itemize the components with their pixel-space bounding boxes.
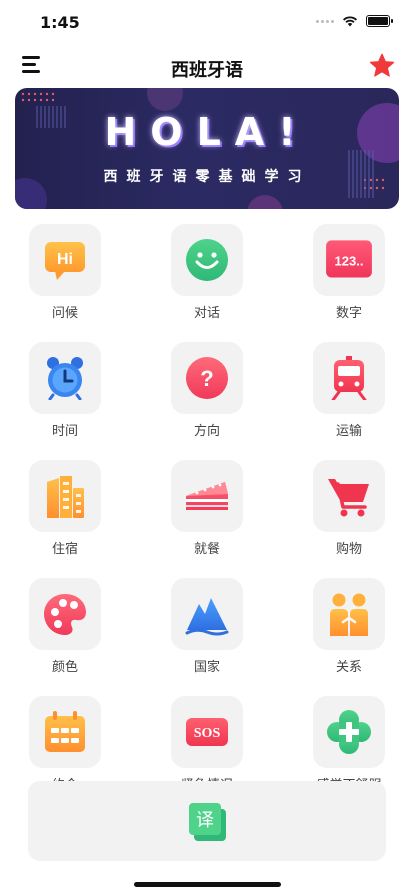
svg-text:SOS: SOS [194, 726, 221, 741]
category-tile [171, 460, 243, 532]
page-title: 西班牙语 [171, 60, 243, 81]
status-bar: 1:45 [0, 0, 414, 48]
category-label: 关系 [335, 660, 362, 675]
category-time[interactable]: 时间 [10, 340, 120, 448]
category-tile [171, 578, 243, 650]
smiley-icon [186, 239, 228, 281]
numbers-icon: 123.. [326, 240, 372, 278]
mountain-icon [185, 598, 229, 636]
category-label: 时间 [51, 424, 78, 439]
banner-headline: HOLA! [104, 110, 310, 154]
category-tile [313, 342, 385, 414]
alarm-clock-icon [47, 357, 83, 400]
category-conversation[interactable]: 对话 [152, 222, 262, 330]
category-tile [313, 578, 385, 650]
category-tile [171, 224, 243, 296]
battery-icon [366, 15, 393, 27]
category-tile: SOS [171, 696, 243, 768]
category-label: 就餐 [193, 542, 220, 557]
train-icon [331, 356, 367, 400]
category-tile [29, 460, 101, 532]
category-tile [313, 460, 385, 532]
home-indicator[interactable] [134, 882, 281, 887]
cake-icon [186, 482, 228, 510]
svg-text:123..: 123.. [334, 253, 363, 268]
status-time: 1:45 [40, 13, 80, 32]
palette-icon [44, 594, 86, 635]
category-relationships[interactable]: 关系 [294, 576, 404, 684]
category-label: 对话 [193, 306, 220, 321]
category-tile [313, 696, 385, 768]
category-direction[interactable]: ? 方向 [152, 340, 262, 448]
category-numbers[interactable]: 123.. 数字 [294, 222, 404, 330]
banner-subtitle: 西班牙语零基础学习 [103, 169, 311, 185]
category-countries[interactable]: 国家 [152, 576, 262, 684]
category-label: 住宿 [51, 542, 78, 557]
category-tile: Hi [29, 224, 101, 296]
question-icon: ? [186, 357, 228, 399]
category-shopping[interactable]: 购物 [294, 458, 404, 566]
category-transport[interactable]: 运输 [294, 340, 404, 448]
category-dining[interactable]: 就餐 [152, 458, 262, 566]
category-label: 购物 [335, 542, 362, 557]
calendar-icon [45, 711, 85, 752]
promo-banner[interactable]: HOLA! 西班牙语零基础学习 [15, 88, 399, 209]
svg-text:Hi: Hi [57, 251, 73, 268]
category-greeting[interactable]: Hi 问候 [10, 222, 120, 330]
medical-cross-icon [327, 710, 371, 754]
nav-bar: 西班牙语 [0, 48, 414, 88]
favorite-star-icon[interactable] [368, 52, 396, 80]
category-tile: ? [171, 342, 243, 414]
wifi-icon [343, 16, 357, 27]
category-label: 问候 [51, 306, 78, 321]
category-label: 运输 [335, 424, 362, 439]
cart-icon [328, 479, 369, 517]
status-indicators [316, 15, 393, 27]
category-tile [29, 696, 101, 768]
signal-icon [316, 19, 334, 23]
category-tile [29, 342, 101, 414]
category-tile [29, 578, 101, 650]
buildings-icon [47, 476, 84, 518]
translate-panel: 译 [28, 781, 386, 861]
people-icon [330, 593, 368, 636]
category-label: 方向 [193, 424, 220, 439]
category-lodging[interactable]: 住宿 [10, 458, 120, 566]
category-label: 颜色 [51, 660, 78, 675]
svg-text:?: ? [200, 366, 213, 391]
category-label: 国家 [193, 660, 220, 675]
sos-icon: SOS [186, 718, 228, 746]
hi-bubble-icon: Hi [45, 242, 85, 280]
category-tile: 123.. [313, 224, 385, 296]
translate-icon[interactable]: 译 [188, 801, 228, 843]
translate-glyph: 译 [196, 810, 214, 831]
category-label: 数字 [335, 306, 362, 321]
category-colors[interactable]: 颜色 [10, 576, 120, 684]
